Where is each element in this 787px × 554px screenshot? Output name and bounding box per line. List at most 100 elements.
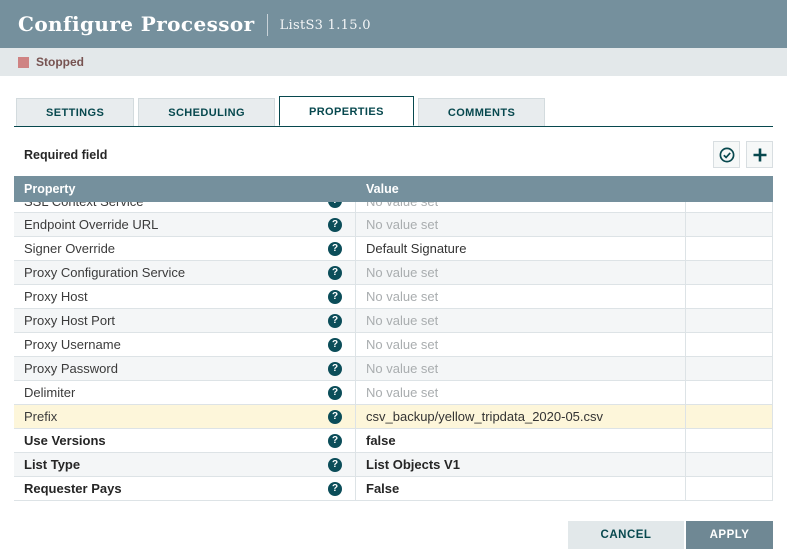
tab-scheduling[interactable]: SCHEDULING: [138, 98, 275, 126]
row-actions-cell: [686, 285, 773, 308]
property-name: SSL Context Service: [24, 202, 143, 209]
property-value-cell[interactable]: No value set: [356, 309, 686, 332]
row-actions-cell: [686, 429, 773, 452]
properties-table: Property Value SSL Context Service No va…: [14, 176, 773, 501]
row-actions-cell: [686, 213, 773, 236]
dialog-header: Configure Processor ListS3 1.15.0: [0, 0, 787, 48]
property-value-cell[interactable]: List Objects V1: [356, 453, 686, 476]
row-actions-cell: [686, 202, 773, 213]
property-value: List Objects V1: [366, 457, 460, 472]
row-actions-cell: [686, 477, 773, 500]
property-value-cell[interactable]: Default Signature: [356, 237, 686, 260]
table-row: Requester Pays False: [14, 477, 773, 501]
dialog-content: SETTINGS SCHEDULING PROPERTIES COMMENTS …: [0, 76, 787, 501]
property-name: Signer Override: [24, 241, 115, 256]
help-icon[interactable]: [328, 202, 342, 208]
tab-settings[interactable]: SETTINGS: [16, 98, 134, 126]
column-header-value: Value: [356, 182, 686, 196]
table-row: Signer Override Default Signature: [14, 237, 773, 261]
verify-properties-button[interactable]: [713, 141, 740, 168]
table-row: Delimiter No value set: [14, 381, 773, 405]
tab-properties[interactable]: PROPERTIES: [279, 96, 414, 126]
help-icon[interactable]: [328, 434, 342, 448]
processor-name-version: ListS3 1.15.0: [280, 18, 371, 33]
help-icon[interactable]: [328, 266, 342, 280]
row-actions-cell: [686, 453, 773, 476]
table-row: Use Versions false: [14, 429, 773, 453]
help-icon[interactable]: [328, 338, 342, 352]
property-value: No value set: [366, 202, 438, 209]
help-icon[interactable]: [328, 482, 342, 496]
property-name: Requester Pays: [24, 481, 122, 496]
property-name: Delimiter: [24, 385, 75, 400]
property-value-cell[interactable]: No value set: [356, 285, 686, 308]
row-actions-cell: [686, 405, 773, 428]
property-value-cell[interactable]: No value set: [356, 381, 686, 404]
row-actions-cell: [686, 237, 773, 260]
toolbar-buttons: [713, 141, 773, 168]
property-value-cell[interactable]: No value set: [356, 202, 686, 213]
table-row: Proxy Host Port No value set: [14, 309, 773, 333]
help-icon[interactable]: [328, 386, 342, 400]
column-header-property: Property: [14, 182, 356, 196]
clipped-scrolled-row: SSL Context Service No value set: [14, 202, 773, 213]
table-row: Proxy Password No value set: [14, 357, 773, 381]
required-field-label: Required field: [14, 148, 107, 162]
cancel-button[interactable]: CANCEL: [568, 521, 684, 549]
help-icon[interactable]: [328, 410, 342, 424]
table-row: Proxy Username No value set: [14, 333, 773, 357]
property-name: List Type: [24, 457, 80, 472]
help-icon[interactable]: [328, 314, 342, 328]
property-name: Proxy Configuration Service: [24, 265, 185, 280]
property-name: Proxy Username: [24, 337, 121, 352]
row-actions-cell: [686, 261, 773, 284]
row-actions-cell: [686, 381, 773, 404]
row-actions-cell: [686, 333, 773, 356]
row-actions-cell: [686, 357, 773, 380]
property-value-cell[interactable]: csv_backup/yellow_tripdata_2020-05.csv: [356, 405, 686, 428]
property-value-cell[interactable]: No value set: [356, 261, 686, 284]
help-icon[interactable]: [328, 458, 342, 472]
property-name: Prefix: [24, 409, 57, 424]
dialog-title: Configure Processor: [18, 12, 255, 36]
property-value: No value set: [366, 337, 438, 352]
help-icon[interactable]: [328, 242, 342, 256]
help-icon[interactable]: [328, 362, 342, 376]
property-value: No value set: [366, 289, 438, 304]
property-value: No value set: [366, 313, 438, 328]
tab-bar: SETTINGS SCHEDULING PROPERTIES COMMENTS: [14, 98, 773, 127]
add-property-button[interactable]: [746, 141, 773, 168]
property-value: False: [366, 481, 399, 496]
property-value-cell[interactable]: false: [356, 429, 686, 452]
status-label: Stopped: [36, 55, 84, 69]
table-row: Proxy Configuration Service No value set: [14, 261, 773, 285]
table-body: Endpoint Override URL No value set Signe…: [14, 213, 773, 501]
table-row: SSL Context Service No value set: [14, 202, 773, 213]
circle-check-icon: [718, 146, 736, 164]
property-value: csv_backup/yellow_tripdata_2020-05.csv: [366, 409, 603, 424]
property-value-cell[interactable]: No value set: [356, 333, 686, 356]
help-icon[interactable]: [328, 290, 342, 304]
property-value-cell[interactable]: No value set: [356, 213, 686, 236]
property-value: No value set: [366, 361, 438, 376]
property-value: No value set: [366, 265, 438, 280]
table-row: List Type List Objects V1: [14, 453, 773, 477]
dialog-footer: CANCEL APPLY: [0, 501, 787, 554]
property-value: false: [366, 433, 396, 448]
title-divider: [267, 14, 268, 36]
property-value-cell[interactable]: No value set: [356, 357, 686, 380]
table-header: Property Value: [14, 176, 773, 202]
table-row: Endpoint Override URL No value set: [14, 213, 773, 237]
apply-button[interactable]: APPLY: [686, 521, 773, 549]
tab-comments[interactable]: COMMENTS: [418, 98, 545, 126]
properties-toolbar: Required field: [14, 141, 773, 168]
property-value-cell[interactable]: False: [356, 477, 686, 500]
status-bar: Stopped: [0, 48, 787, 76]
property-name: Endpoint Override URL: [24, 217, 158, 232]
row-actions-cell: [686, 309, 773, 332]
property-value: No value set: [366, 385, 438, 400]
plus-icon: [751, 146, 769, 164]
help-icon[interactable]: [328, 218, 342, 232]
table-row: Proxy Host No value set: [14, 285, 773, 309]
property-name: Proxy Host: [24, 289, 88, 304]
